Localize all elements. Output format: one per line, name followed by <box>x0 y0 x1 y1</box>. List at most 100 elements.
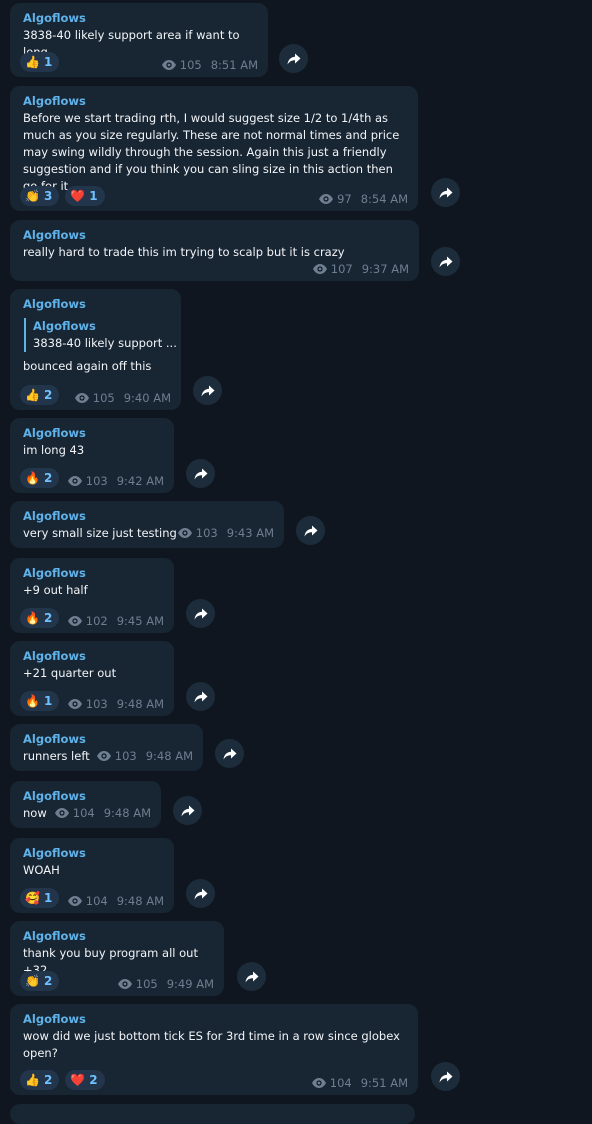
message-time: 9:48 AM <box>116 697 164 711</box>
reactions-row: 👍 1 <box>20 52 60 72</box>
message-author[interactable]: Algoflows <box>23 1011 406 1028</box>
message-footer: 🥰 1 104 9:48 AM <box>20 886 164 908</box>
eye-icon <box>311 1078 326 1088</box>
share-arrow-icon <box>287 53 300 64</box>
reaction-count: 1 <box>43 694 53 708</box>
eye-icon <box>67 476 82 486</box>
message-author[interactable]: Algoflows <box>23 788 149 805</box>
forward-button[interactable] <box>193 376 222 405</box>
forward-button[interactable] <box>186 599 215 628</box>
forward-button[interactable] <box>431 1062 460 1091</box>
view-count: 105 <box>92 391 115 405</box>
reaction-emoji: 👍 <box>25 1073 40 1087</box>
forward-button[interactable] <box>431 178 460 207</box>
reaction-chip[interactable]: ❤️ 1 <box>65 186 105 206</box>
view-count: 97 <box>337 192 352 206</box>
view-count: 103 <box>85 697 108 711</box>
message-bubble: Algoflows +9 out half 🔥 2 102 9:45 AM <box>10 558 174 633</box>
message-text: Before we start trading rth, I would sug… <box>23 111 400 193</box>
message-author[interactable]: Algoflows <box>23 845 162 862</box>
message-meta: 103 9:48 AM <box>67 697 164 711</box>
reaction-count: 3 <box>43 189 53 203</box>
message-footer: 👏 3 ❤️ 1 97 8:54 AM <box>20 184 408 206</box>
message-time: 8:54 AM <box>360 192 408 206</box>
reaction-emoji: 👏 <box>25 974 40 988</box>
forward-button[interactable] <box>431 247 460 276</box>
share-arrow-icon <box>439 187 452 198</box>
reaction-emoji: 🔥 <box>25 611 40 625</box>
message-author[interactable]: Algoflows <box>23 227 407 244</box>
reaction-count: 2 <box>89 1073 98 1087</box>
message-time: 9:48 AM <box>145 749 193 763</box>
forward-button[interactable] <box>186 459 215 488</box>
eye-icon <box>67 616 82 626</box>
message-author[interactable]: Algoflows <box>23 565 162 582</box>
forward-button[interactable] <box>215 739 244 768</box>
message-footer: 👍 2 105 9:40 AM <box>20 383 171 405</box>
forward-button[interactable] <box>186 682 215 711</box>
reaction-emoji: 👍 <box>25 55 40 69</box>
message-author[interactable]: Algoflows <box>23 296 169 313</box>
message-footer: 👍 1 105 8:51 AM <box>20 50 258 72</box>
reaction-count: 2 <box>43 974 53 988</box>
message-time: 9:45 AM <box>116 614 164 628</box>
reaction-emoji: ❤️ <box>70 189 86 203</box>
message-bubble: Algoflows im long 43 🔥 2 103 9:42 AM <box>10 418 174 493</box>
message-meta: 104 9:48 AM <box>67 894 164 908</box>
reaction-chip[interactable]: ❤️ 2 <box>65 1070 105 1090</box>
forward-button[interactable] <box>279 44 308 73</box>
reaction-chip[interactable]: 🥰 1 <box>20 888 60 908</box>
message-meta: 107 9:37 AM <box>312 262 409 276</box>
message-text: +9 out half <box>23 583 88 597</box>
message-footer: 👍 2 ❤️ 2 104 9:51 AM <box>20 1068 408 1090</box>
view-count: 104 <box>85 894 108 908</box>
message-time: 8:51 AM <box>210 58 258 72</box>
reaction-chip[interactable]: 👍 2 <box>20 385 60 405</box>
forward-button[interactable] <box>237 962 266 991</box>
message-time: 9:42 AM <box>116 474 164 488</box>
view-count: 105 <box>135 977 158 991</box>
message-author[interactable]: Algoflows <box>23 425 162 442</box>
message-author[interactable]: Algoflows <box>23 648 162 665</box>
reaction-chip[interactable]: 🔥 2 <box>20 608 60 628</box>
message-text: WOAH <box>23 863 60 877</box>
forward-button[interactable] <box>296 516 325 545</box>
view-count: 103 <box>85 474 108 488</box>
reaction-chip[interactable]: 👏 2 <box>20 971 60 991</box>
reaction-chip[interactable]: 🔥 2 <box>20 468 60 488</box>
message-bubble-partial <box>10 1104 415 1124</box>
share-arrow-icon <box>439 1071 452 1082</box>
quote-author: Algoflows <box>33 319 96 333</box>
message-meta: 104 9:48 AM <box>54 806 151 820</box>
message-bubble: Algoflows now 104 9:48 AM <box>10 781 161 828</box>
reaction-chip[interactable]: 👍 1 <box>20 52 60 72</box>
message-author[interactable]: Algoflows <box>23 928 212 945</box>
message-text: wow did we just bottom tick ES for 3rd t… <box>23 1029 400 1060</box>
reaction-chip[interactable]: 👏 3 <box>20 186 60 206</box>
reaction-emoji: 👏 <box>25 189 40 203</box>
forward-button[interactable] <box>173 796 202 825</box>
message-footer: 🔥 2 103 9:42 AM <box>20 466 164 488</box>
message-bubble: Algoflows wow did we just bottom tick ES … <box>10 1004 418 1095</box>
message-author[interactable]: Algoflows <box>23 508 272 525</box>
eye-icon <box>312 264 327 274</box>
reaction-chip[interactable]: 👍 2 <box>20 1070 60 1090</box>
reaction-count: 2 <box>43 1073 53 1087</box>
eye-icon <box>161 60 176 70</box>
message-footer: 👏 2 105 9:49 AM <box>20 969 214 991</box>
message-author[interactable]: Algoflows <box>23 93 406 110</box>
reaction-chip[interactable]: 🔥 1 <box>20 691 60 711</box>
reply-quote[interactable]: Algoflows 3838-40 likely support ... <box>24 318 177 352</box>
message-time: 9:40 AM <box>123 391 171 405</box>
message-meta: 105 9:40 AM <box>74 391 171 405</box>
message-time: 9:43 AM <box>226 526 274 540</box>
message-author[interactable]: Algoflows <box>23 10 256 27</box>
share-arrow-icon <box>194 691 207 702</box>
message-meta: 105 9:49 AM <box>117 977 214 991</box>
forward-button[interactable] <box>186 879 215 908</box>
share-arrow-icon <box>223 748 236 759</box>
eye-icon <box>67 699 82 709</box>
share-arrow-icon <box>194 608 207 619</box>
message-author[interactable]: Algoflows <box>23 731 191 748</box>
share-arrow-icon <box>194 468 207 479</box>
